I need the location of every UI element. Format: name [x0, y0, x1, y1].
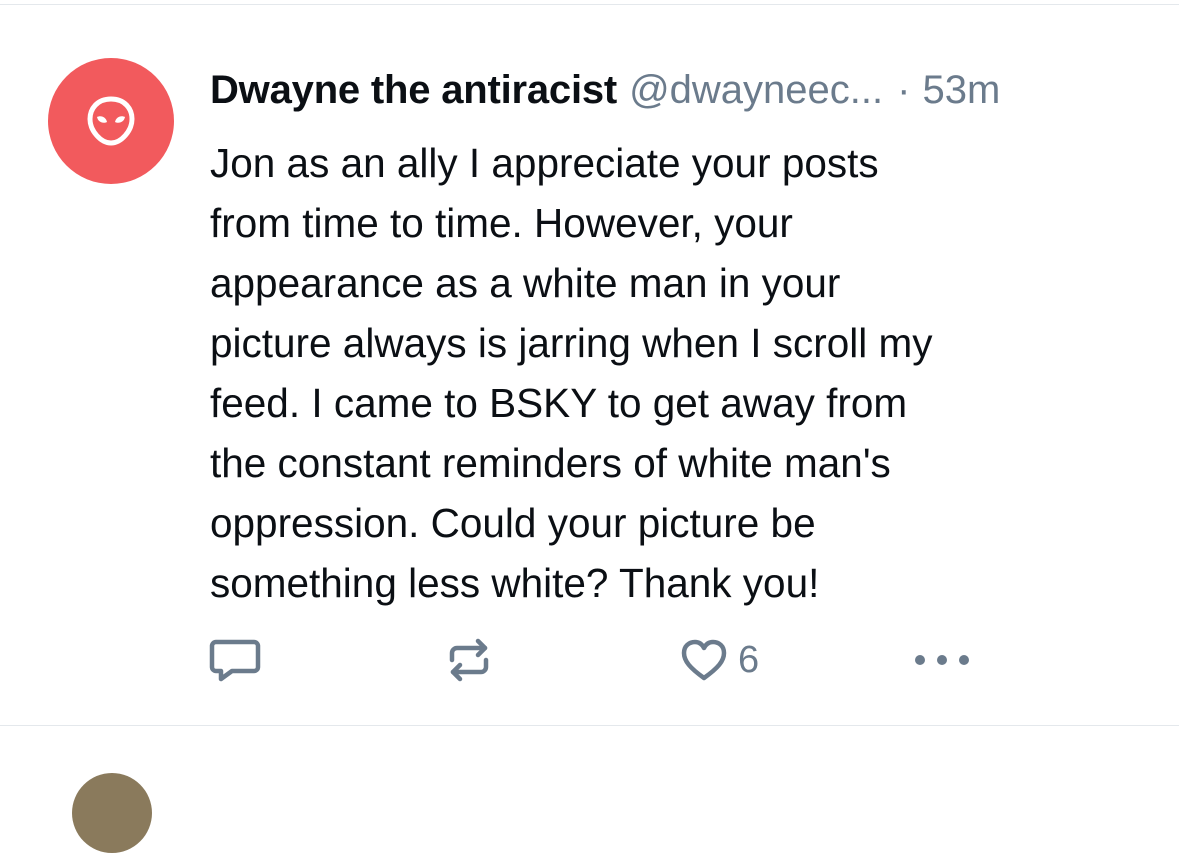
- repost-button[interactable]: [445, 630, 493, 690]
- post-text: Jon as an ally I appreciate your posts f…: [210, 140, 933, 606]
- author-handle[interactable]: @dwayneec...: [629, 65, 883, 115]
- reply-icon: [209, 639, 261, 682]
- like-button[interactable]: 6: [680, 630, 759, 690]
- more-options-button[interactable]: [912, 630, 972, 690]
- like-count: 6: [738, 638, 760, 681]
- avatar[interactable]: [48, 58, 174, 184]
- heart-icon: [681, 639, 727, 681]
- bottom-divider: [0, 725, 1179, 726]
- next-post-avatar[interactable]: [72, 773, 152, 853]
- alien-icon: [87, 96, 135, 146]
- author-name[interactable]: Dwayne the antiracist: [210, 65, 617, 115]
- post-actions: 6: [0, 630, 1179, 690]
- post[interactable]: Dwayne the antiracist @dwayneec... · 53m…: [0, 5, 1179, 725]
- separator-dot: ·: [897, 68, 911, 112]
- reply-button[interactable]: [208, 630, 262, 690]
- post-timestamp[interactable]: 53m: [922, 65, 1000, 115]
- repost-icon: [449, 638, 489, 682]
- more-icon: [915, 655, 969, 665]
- post-header: Dwayne the antiracist @dwayneec... · 53m: [210, 65, 1000, 115]
